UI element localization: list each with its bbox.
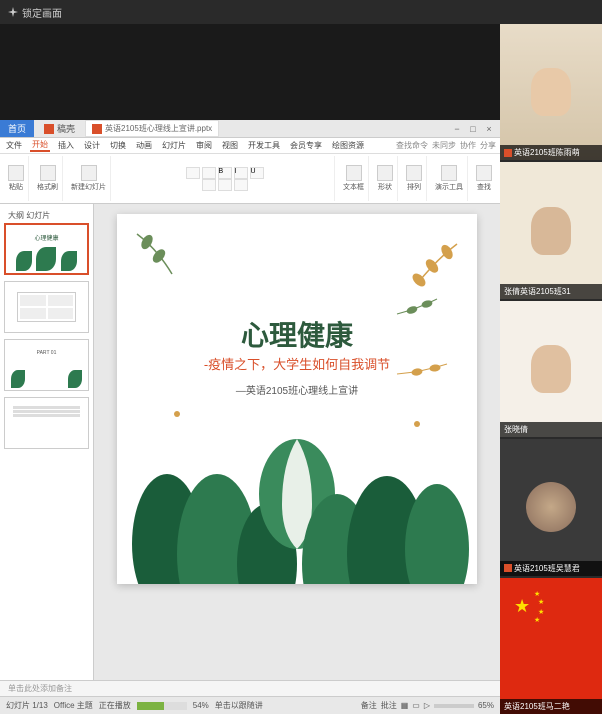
view-slideshow-icon[interactable]: ▷ <box>424 701 430 710</box>
bold-button[interactable]: B <box>218 167 232 179</box>
outline-tab[interactable]: 大纲 <box>8 211 24 220</box>
participant-4[interactable]: 英语2105班吴慧君 <box>500 439 602 575</box>
participant-1[interactable]: 英语2105班陈雨萌 <box>500 24 602 160</box>
menu-member[interactable]: 会员专享 <box>288 140 324 151</box>
theme-indicator: Office 主题 <box>54 700 93 711</box>
screen-share-area: 首页 稿壳 英语2105班心理线上宣讲.pptx − □ × 文件 <box>0 24 500 714</box>
collab-button[interactable]: 协作 <box>460 140 476 151</box>
menu-transition[interactable]: 切换 <box>108 140 128 151</box>
comments-toggle[interactable]: 批注 <box>381 700 397 711</box>
meeting-header: 锁定画面 <box>0 0 602 24</box>
template-tab[interactable]: 稿壳 <box>36 120 83 137</box>
avatar-icon <box>526 482 576 532</box>
notes-bar[interactable]: 单击此处添加备注 <box>0 680 500 696</box>
participants-panel: 英语2105班陈雨萌 张倩英语2105班31 张晓倩 英语2105班吴慧君 <box>500 24 602 714</box>
slide-title: 心理健康 <box>117 314 477 354</box>
maximize-button[interactable]: □ <box>468 124 478 134</box>
view-reading-icon[interactable]: ▭ <box>412 701 420 710</box>
align-center[interactable] <box>218 179 232 191</box>
template-icon <box>44 124 54 134</box>
align-right[interactable] <box>234 179 248 191</box>
font-size[interactable] <box>202 167 216 179</box>
ppt-icon <box>92 124 102 134</box>
play-icon[interactable] <box>441 165 457 181</box>
pin-icon <box>8 7 18 17</box>
font-select[interactable] <box>186 167 200 179</box>
menu-animation[interactable]: 动画 <box>134 140 154 151</box>
notes-toggle[interactable]: 备注 <box>361 700 377 711</box>
playing-status: 正在播放 <box>99 700 131 711</box>
view-normal-icon[interactable]: ▦ <box>401 701 409 710</box>
participant-5[interactable]: ★ ★ ★ ★ ★ 英语2105班马二艳 <box>500 578 602 714</box>
menu-start[interactable]: 开始 <box>30 139 50 152</box>
wps-tab-bar: 首页 稿壳 英语2105班心理线上宣讲.pptx − □ × <box>0 120 500 138</box>
slide-thumb-2[interactable] <box>4 281 89 333</box>
flag-avatar: ★ ★ ★ ★ ★ <box>500 578 602 714</box>
share-button[interactable]: 分享 <box>480 140 496 151</box>
slide-thumb-3[interactable]: PART 01 <box>4 339 89 391</box>
pinned-label: 锁定画面 <box>22 5 62 20</box>
follow-hint[interactable]: 单击以跟随讲 <box>215 700 263 711</box>
wps-presentation-window: 首页 稿壳 英语2105班心理线上宣讲.pptx − □ × 文件 <box>0 120 500 714</box>
slide-subtitle: -疫情之下，大学生如何自我调节 <box>117 354 477 373</box>
menu-review[interactable]: 审阅 <box>194 140 214 151</box>
progress-bar[interactable] <box>137 702 187 710</box>
file-menu[interactable]: 文件 <box>4 140 24 151</box>
search-box[interactable]: 查找命令 <box>396 140 428 151</box>
zoom-level[interactable]: 65% <box>478 701 494 710</box>
menu-design[interactable]: 设计 <box>82 140 102 151</box>
align-left[interactable] <box>202 179 216 191</box>
textbox-icon[interactable] <box>346 165 362 181</box>
menu-insert[interactable]: 插入 <box>56 140 76 151</box>
slide-thumb-1[interactable]: 心理健康 <box>4 223 89 275</box>
participant-name: 英语2105班吴慧君 <box>514 563 580 574</box>
current-slide[interactable]: 心理健康 -疫情之下，大学生如何自我调节 —英语2105班心理线上宣讲 <box>117 214 477 584</box>
paste-label: 粘贴 <box>9 182 23 192</box>
arrange-icon[interactable] <box>406 165 422 181</box>
italic-button[interactable]: I <box>234 167 248 179</box>
participant-2[interactable]: 张倩英语2105班31 <box>500 162 602 298</box>
shape-icon[interactable] <box>377 165 393 181</box>
menu-view[interactable]: 视图 <box>220 140 240 151</box>
format-brush-icon[interactable] <box>40 165 56 181</box>
status-bar: 幻灯片 1/13 Office 主题 正在播放 54% 单击以跟随讲 备注 批注… <box>0 696 500 714</box>
wps-ribbon: 粘贴 格式刷 新建幻灯片 B I U <box>0 154 500 204</box>
home-tab[interactable]: 首页 <box>0 120 34 137</box>
slides-tab[interactable]: 幻灯片 <box>26 211 50 220</box>
wps-menu-bar: 文件 开始 插入 设计 切换 动画 幻灯片 审阅 视图 开发工具 会员专享 绘图… <box>0 138 500 154</box>
participant-name: 英语2105班陈雨萌 <box>514 147 580 158</box>
participant-name: 张晓倩 <box>504 424 528 435</box>
menu-devtools[interactable]: 开发工具 <box>246 140 282 151</box>
find-icon[interactable] <box>476 165 492 181</box>
speaker-icon <box>504 149 512 157</box>
close-button[interactable]: × <box>484 124 494 134</box>
speaker-icon <box>504 564 512 572</box>
new-slide-icon[interactable] <box>81 165 97 181</box>
slide-thumbnails-panel: 大纲 幻灯片 心理健康 <box>0 204 94 680</box>
slide-canvas[interactable]: 心理健康 -疫情之下，大学生如何自我调节 —英语2105班心理线上宣讲 <box>94 204 500 680</box>
paste-icon[interactable] <box>8 165 24 181</box>
participant-name: 英语2105班马二艳 <box>504 701 570 712</box>
participant-3[interactable]: 张晓倩 <box>500 301 602 437</box>
page-indicator: 幻灯片 1/13 <box>6 700 48 711</box>
zoom-slider[interactable] <box>434 704 474 708</box>
minimize-button[interactable]: − <box>452 124 462 134</box>
underline-button[interactable]: U <box>250 167 264 179</box>
participant-name: 张倩英语2105班31 <box>504 286 571 297</box>
progress-percent: 54% <box>193 701 209 710</box>
slide-thumb-4[interactable] <box>4 397 89 449</box>
document-tab[interactable]: 英语2105班心理线上宣讲.pptx <box>85 120 219 137</box>
sync-status[interactable]: 未同步 <box>432 140 456 151</box>
slide-author: —英语2105班心理线上宣讲 <box>117 382 477 397</box>
menu-slideshow[interactable]: 幻灯片 <box>160 140 188 151</box>
menu-resources[interactable]: 绘图资源 <box>330 140 366 151</box>
